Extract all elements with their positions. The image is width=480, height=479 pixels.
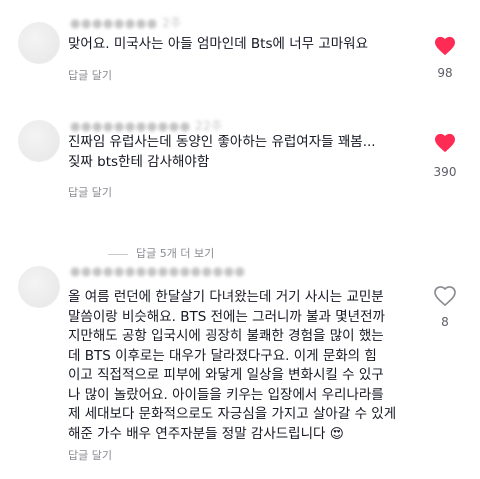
like-button[interactable]: 390 [428,133,462,179]
reply-button[interactable]: 답글 달기 [68,67,112,83]
like-count: 8 [441,315,449,329]
divider [108,253,128,255]
avatar[interactable] [18,22,60,64]
heart-outline-icon[interactable] [434,286,456,306]
username[interactable]: ●●●●●●●●●●●●●●●● [70,264,246,278]
heart-icon[interactable] [434,36,456,56]
avatar[interactable] [18,266,60,308]
avatar[interactable] [18,120,60,162]
like-button[interactable]: 98 [428,36,462,80]
like-count: 98 [437,66,453,80]
like-button[interactable]: 8 [428,286,462,329]
view-more-replies[interactable]: 답글 5개 더 보기 [108,245,214,261]
username[interactable]: ●●●●●●●● 2주 [70,14,182,31]
like-count: 390 [433,165,457,179]
reply-button[interactable]: 답글 달기 [68,447,112,463]
reply-button[interactable]: 답글 달기 [68,184,112,200]
username[interactable]: ●●●●●●●●●●● 22주 [70,117,223,134]
comment-text: 맞어요. 미국사는 아들 엄마인데 Bts에 너무 고마워요 [68,36,369,52]
heart-icon[interactable] [434,133,456,153]
comment-text: 올 여름 런던에 한달살기 다녀왔는데 거기 사시는 교민분 말씀이랑 비슷해요… [68,289,397,442]
comment-text: 진짜임 유럽사는데 동양인 좋아하는 유럽여자들 꽤봄... 짖짜 bts한테 … [68,134,376,170]
